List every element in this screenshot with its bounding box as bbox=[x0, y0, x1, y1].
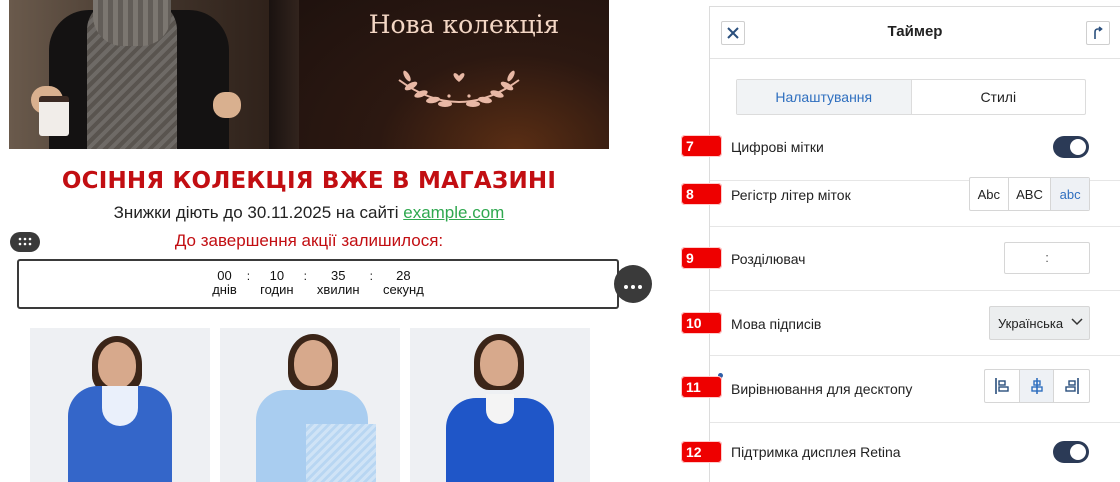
case-option-lowercase[interactable]: abc bbox=[1051, 178, 1089, 210]
alignment-selector bbox=[984, 369, 1090, 403]
timer-unit-seconds: 28 секунд bbox=[383, 269, 424, 297]
timer-label: хвилин bbox=[316, 282, 360, 297]
model-face bbox=[294, 340, 332, 386]
timer-value: 00 bbox=[217, 268, 232, 283]
remaining-text[interactable]: До завершення акції залишилося: bbox=[9, 231, 609, 251]
timer-label: секунд bbox=[382, 282, 424, 297]
panel-header: Таймер bbox=[710, 7, 1120, 59]
wreath-ornament-icon bbox=[398, 70, 520, 107]
step-badge: 7 bbox=[681, 135, 722, 157]
tab-styles[interactable]: Стилі bbox=[912, 80, 1086, 114]
timer-unit-minutes: 35 хвилин bbox=[317, 269, 360, 297]
product-image-3[interactable] bbox=[410, 328, 590, 482]
chevron-down-icon bbox=[1071, 318, 1083, 326]
align-right-button[interactable] bbox=[1054, 370, 1089, 402]
language-value: Українська bbox=[998, 315, 1064, 331]
site-link[interactable]: example.com bbox=[403, 203, 504, 222]
hero-dark-panel: Нова колекція bbox=[299, 0, 609, 149]
hero-photo bbox=[9, 0, 299, 149]
timer-unit-hours: 10 годин bbox=[260, 269, 293, 297]
panel-title: Таймер bbox=[887, 23, 943, 40]
hero-coffee-cup bbox=[39, 96, 69, 136]
step-badge: 10 bbox=[681, 312, 722, 334]
toggle-knob bbox=[1070, 139, 1086, 155]
arrow-up-icon bbox=[1094, 26, 1103, 39]
timer-value: 28 bbox=[396, 268, 411, 283]
align-right-icon bbox=[1064, 378, 1079, 394]
toggle-knob bbox=[1070, 444, 1086, 460]
row-label: Регістр літер міток bbox=[731, 187, 851, 203]
timer-unit-days: 00 днів bbox=[212, 269, 237, 297]
row-desktop-alignment: 11 Вирівнювання для десктопу bbox=[681, 356, 1120, 423]
email-canvas: Нова колекція ОСІННЯ КОЛЕКЦІЯ ВЖЕ В МАГА… bbox=[0, 0, 660, 482]
step-badge: 8 bbox=[681, 183, 722, 205]
hero-hand-right bbox=[213, 92, 241, 118]
discount-line[interactable]: Знижки діють до 30.11.2025 на сайті exam… bbox=[9, 203, 609, 223]
timer-separator: : bbox=[303, 269, 307, 283]
language-select[interactable]: Українська bbox=[989, 306, 1090, 340]
hero-banner[interactable]: Нова колекція bbox=[9, 0, 609, 149]
countdown-timer-block[interactable]: 00 днів : 10 годин : 35 хвилин : 28 секу… bbox=[17, 259, 619, 309]
grip-dots-icon bbox=[18, 237, 32, 246]
block-drag-handle[interactable] bbox=[10, 232, 40, 252]
move-up-button[interactable] bbox=[1086, 21, 1110, 45]
row-separator: 9 Розділювач : bbox=[681, 227, 1120, 291]
digital-labels-toggle[interactable] bbox=[1053, 136, 1089, 158]
separator-input[interactable]: : bbox=[1004, 242, 1090, 274]
hero-title: Нова колекція bbox=[368, 10, 560, 39]
model-face bbox=[98, 342, 136, 388]
timer-separator: : bbox=[246, 269, 251, 283]
timer-label: днів bbox=[212, 282, 237, 297]
timer-units: 00 днів : 10 годин : 35 хвилин : 28 секу… bbox=[19, 269, 617, 297]
row-label-case: 8 Регістр літер міток Abc ABC abc bbox=[681, 171, 1120, 227]
align-center-icon bbox=[1030, 378, 1043, 394]
model-face bbox=[480, 340, 518, 386]
row-label: Вирівнювання для десктопу bbox=[731, 381, 913, 397]
step-badge: 12 bbox=[681, 441, 722, 463]
label-case-selector: Abc ABC abc bbox=[969, 177, 1090, 211]
timer-separator: : bbox=[369, 269, 373, 283]
step-badge: 11 bbox=[681, 376, 722, 398]
case-option-uppercase[interactable]: ABC bbox=[1009, 178, 1052, 210]
panel-tabs: Налаштування Стилі bbox=[736, 79, 1086, 115]
discount-text: Знижки діють до 30.11.2025 на сайті bbox=[113, 203, 404, 222]
email-body: Нова колекція ОСІННЯ КОЛЕКЦІЯ ВЖЕ В МАГА… bbox=[9, 0, 619, 482]
model-collar bbox=[102, 386, 138, 426]
row-label: Підтримка дисплея Retina bbox=[731, 444, 901, 460]
block-more-button[interactable] bbox=[614, 265, 652, 303]
align-center-button[interactable] bbox=[1019, 370, 1055, 402]
step-badge: 9 bbox=[681, 247, 722, 269]
hero-collar bbox=[93, 0, 171, 46]
retina-support-toggle[interactable] bbox=[1053, 441, 1089, 463]
product-image-2[interactable] bbox=[220, 328, 400, 482]
row-label: Мова підписів bbox=[731, 316, 822, 332]
timer-label: годин bbox=[260, 282, 294, 297]
sweater-lace-detail bbox=[306, 424, 376, 482]
hero-door bbox=[269, 0, 299, 149]
model-shirt bbox=[486, 394, 514, 424]
align-left-icon bbox=[995, 378, 1009, 394]
row-label: Цифрові мітки bbox=[731, 139, 824, 155]
row-caption-language: 10 Мова підписів Українська bbox=[681, 291, 1120, 356]
row-label: Розділювач bbox=[731, 251, 806, 267]
more-dots-icon bbox=[624, 285, 642, 289]
headline[interactable]: ОСІННЯ КОЛЕКЦІЯ ВЖЕ В МАГАЗИНІ bbox=[9, 168, 609, 194]
tab-settings[interactable]: Налаштування bbox=[737, 80, 912, 114]
timer-value: 35 bbox=[331, 268, 346, 283]
timer-value: 10 bbox=[269, 268, 285, 283]
align-left-button[interactable] bbox=[985, 370, 1020, 402]
product-image-1[interactable] bbox=[30, 328, 210, 482]
settings-panel: Таймер Налаштування Стилі 7 Цифрові мітк… bbox=[681, 6, 1120, 482]
case-option-capitalized[interactable]: Abc bbox=[970, 178, 1009, 210]
row-retina-support: 12 Підтримка дисплея Retina bbox=[681, 423, 1120, 482]
